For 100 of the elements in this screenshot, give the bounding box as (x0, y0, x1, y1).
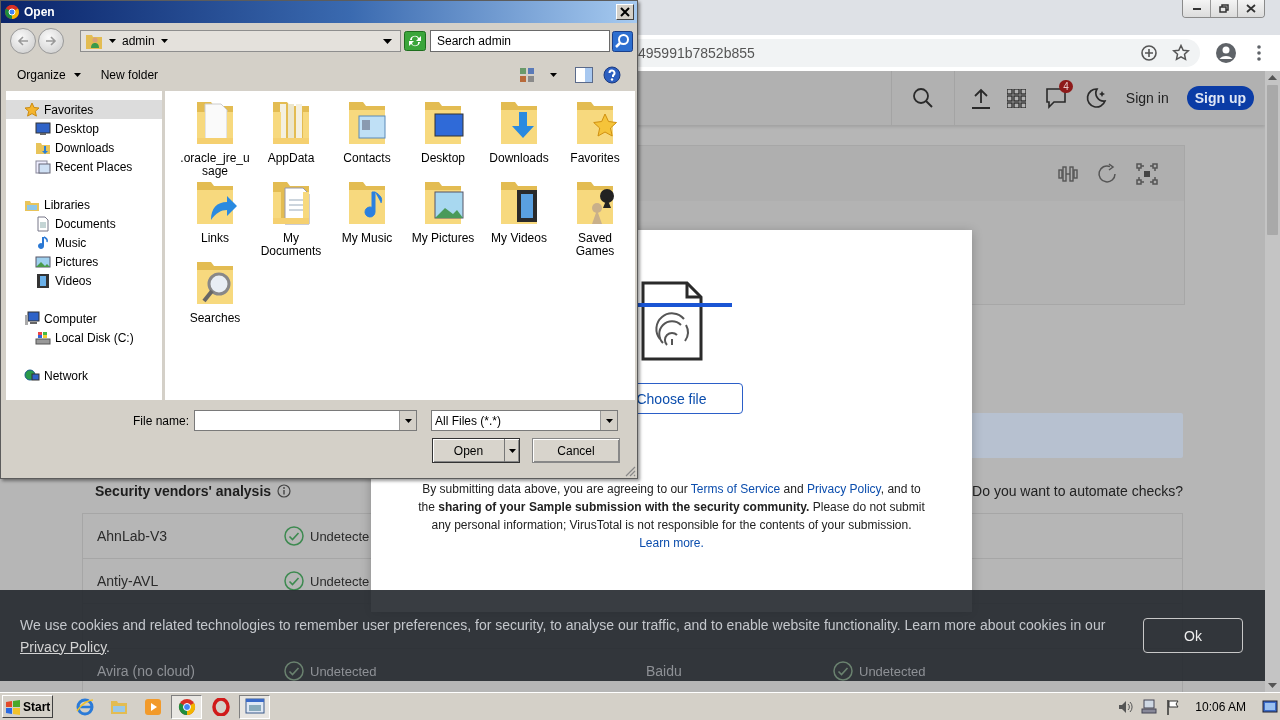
network-icon[interactable] (1141, 698, 1158, 715)
vendor-name: Avira (no cloud) (96, 663, 196, 679)
document-icon (35, 215, 51, 232)
dropdown-caret-icon[interactable] (383, 38, 392, 44)
nav-item[interactable]: Network (6, 366, 162, 385)
nav-item[interactable]: Music (6, 233, 162, 252)
music-note-icon (35, 234, 51, 251)
check-circle-icon (284, 571, 304, 591)
star-icon (24, 101, 40, 118)
restore-button[interactable] (1210, 0, 1237, 17)
close-icon[interactable] (620, 7, 630, 17)
moon-icon[interactable] (1084, 87, 1107, 109)
network-icon (24, 367, 40, 384)
nav-item[interactable]: Local Disk (C:) (6, 328, 162, 347)
url-text[interactable]: 495991b7852b855 (638, 45, 755, 61)
file-name[interactable]: Saved Games (559, 232, 631, 258)
automate-prompt: Do you want to automate checks? (972, 483, 1183, 499)
file-name[interactable]: AppData (255, 152, 327, 165)
dropdown-icon[interactable] (404, 418, 412, 423)
menu-icon[interactable] (1257, 45, 1261, 61)
window-icon (35, 158, 51, 175)
scroll-down-icon[interactable] (1268, 683, 1277, 688)
caret-icon (73, 73, 81, 77)
cancel-button[interactable]: Cancel (532, 438, 620, 463)
section-title: Security vendors' analysis (95, 483, 272, 499)
info-icon[interactable] (277, 484, 292, 498)
resize-grip-icon[interactable] (624, 465, 636, 477)
file-name[interactable]: Desktop (407, 152, 479, 165)
nav-item[interactable]: Libraries (6, 195, 162, 214)
profile-icon[interactable] (1215, 42, 1237, 64)
nav-item[interactable]: Downloads (6, 138, 162, 157)
caret-icon[interactable] (550, 73, 557, 77)
close-button[interactable] (1237, 0, 1264, 17)
open-button[interactable]: Open (432, 438, 520, 463)
window-icon (244, 697, 265, 716)
help-icon[interactable] (603, 66, 621, 84)
breadcrumb-item[interactable]: admin (122, 34, 155, 48)
file-name[interactable]: My Videos (483, 232, 555, 245)
nav-item[interactable]: Desktop (6, 119, 162, 138)
search-icon[interactable] (911, 87, 934, 109)
result-text: Undetected (310, 663, 377, 679)
check-circle-icon (833, 661, 853, 681)
ok-button[interactable]: Ok (1143, 618, 1243, 653)
learn-more-link[interactable]: Learn more. (639, 534, 704, 552)
start-button[interactable]: Start (2, 695, 53, 718)
nav-item[interactable]: Videos (6, 271, 162, 290)
view-icon[interactable] (519, 67, 535, 83)
film-icon (35, 272, 51, 289)
notification-badge: 4 (1059, 80, 1073, 93)
file-name[interactable]: Downloads (483, 152, 555, 165)
file-name[interactable]: Favorites (559, 152, 631, 165)
taskbar-button[interactable] (239, 694, 270, 719)
minimize-button[interactable] (1183, 0, 1210, 17)
file-name[interactable]: Contacts (331, 152, 403, 165)
file-name[interactable]: Searches (179, 312, 251, 325)
nav-item[interactable]: Pictures (6, 252, 162, 271)
taskbar-button[interactable] (171, 694, 202, 719)
sign-up-button[interactable]: Sign up (1186, 86, 1254, 110)
clock: 10:06 AM (1195, 699, 1246, 714)
file-name-field[interactable] (194, 410, 417, 431)
nav-item[interactable]: Recent Places (6, 157, 162, 176)
file-name[interactable]: My Pictures (407, 232, 479, 245)
refresh-icon[interactable] (404, 31, 426, 51)
text-link[interactable]: Terms of Service (690, 482, 781, 496)
upload-icon[interactable] (970, 87, 991, 109)
organize-menu[interactable]: Organize (11, 64, 87, 86)
add-circle-icon[interactable] (1140, 44, 1158, 62)
text-link[interactable]: Privacy Policy (806, 482, 881, 496)
show-desktop-icon[interactable] (1262, 698, 1278, 715)
dropdown-icon[interactable] (605, 418, 613, 423)
flag-icon[interactable] (1165, 698, 1182, 715)
restore-icon (1218, 3, 1230, 14)
search-icon[interactable] (612, 30, 633, 52)
nav-item[interactable]: Favorites (6, 100, 162, 119)
new-folder-button[interactable]: New folder (94, 64, 165, 86)
scrollbar-thumb[interactable] (1267, 85, 1278, 235)
file-name[interactable]: My Music (331, 232, 403, 245)
scroll-up-icon[interactable] (1268, 75, 1277, 80)
refresh-icon[interactable] (1096, 162, 1118, 185)
nav-item[interactable]: Documents (6, 214, 162, 233)
search-field[interactable]: Search admin (430, 30, 610, 52)
caret-icon[interactable] (109, 39, 116, 43)
check-circle-icon (284, 526, 304, 546)
file-name[interactable]: .oracle_jre_usage (179, 152, 251, 178)
file-type-dropdown[interactable]: All Files (*.*) (431, 410, 618, 431)
close-icon (1245, 3, 1257, 14)
sign-in-link[interactable]: Sign in (1125, 90, 1169, 106)
nodes-icon[interactable] (1136, 162, 1158, 185)
play-icon (143, 697, 162, 716)
address-field[interactable]: admin (80, 30, 401, 52)
arrow-right-icon (45, 36, 57, 46)
preview-pane-icon[interactable] (575, 67, 593, 83)
vendor-name: AhnLab-V3 (96, 528, 169, 544)
grid-icon[interactable] (1006, 88, 1026, 108)
nav-item[interactable]: Computer (6, 309, 162, 328)
file-name[interactable]: My Documents (255, 232, 327, 258)
star-icon[interactable] (1172, 44, 1190, 62)
caret-icon[interactable] (160, 39, 168, 43)
dumbbell-icon[interactable] (1058, 163, 1078, 184)
file-name[interactable]: Links (179, 232, 251, 245)
